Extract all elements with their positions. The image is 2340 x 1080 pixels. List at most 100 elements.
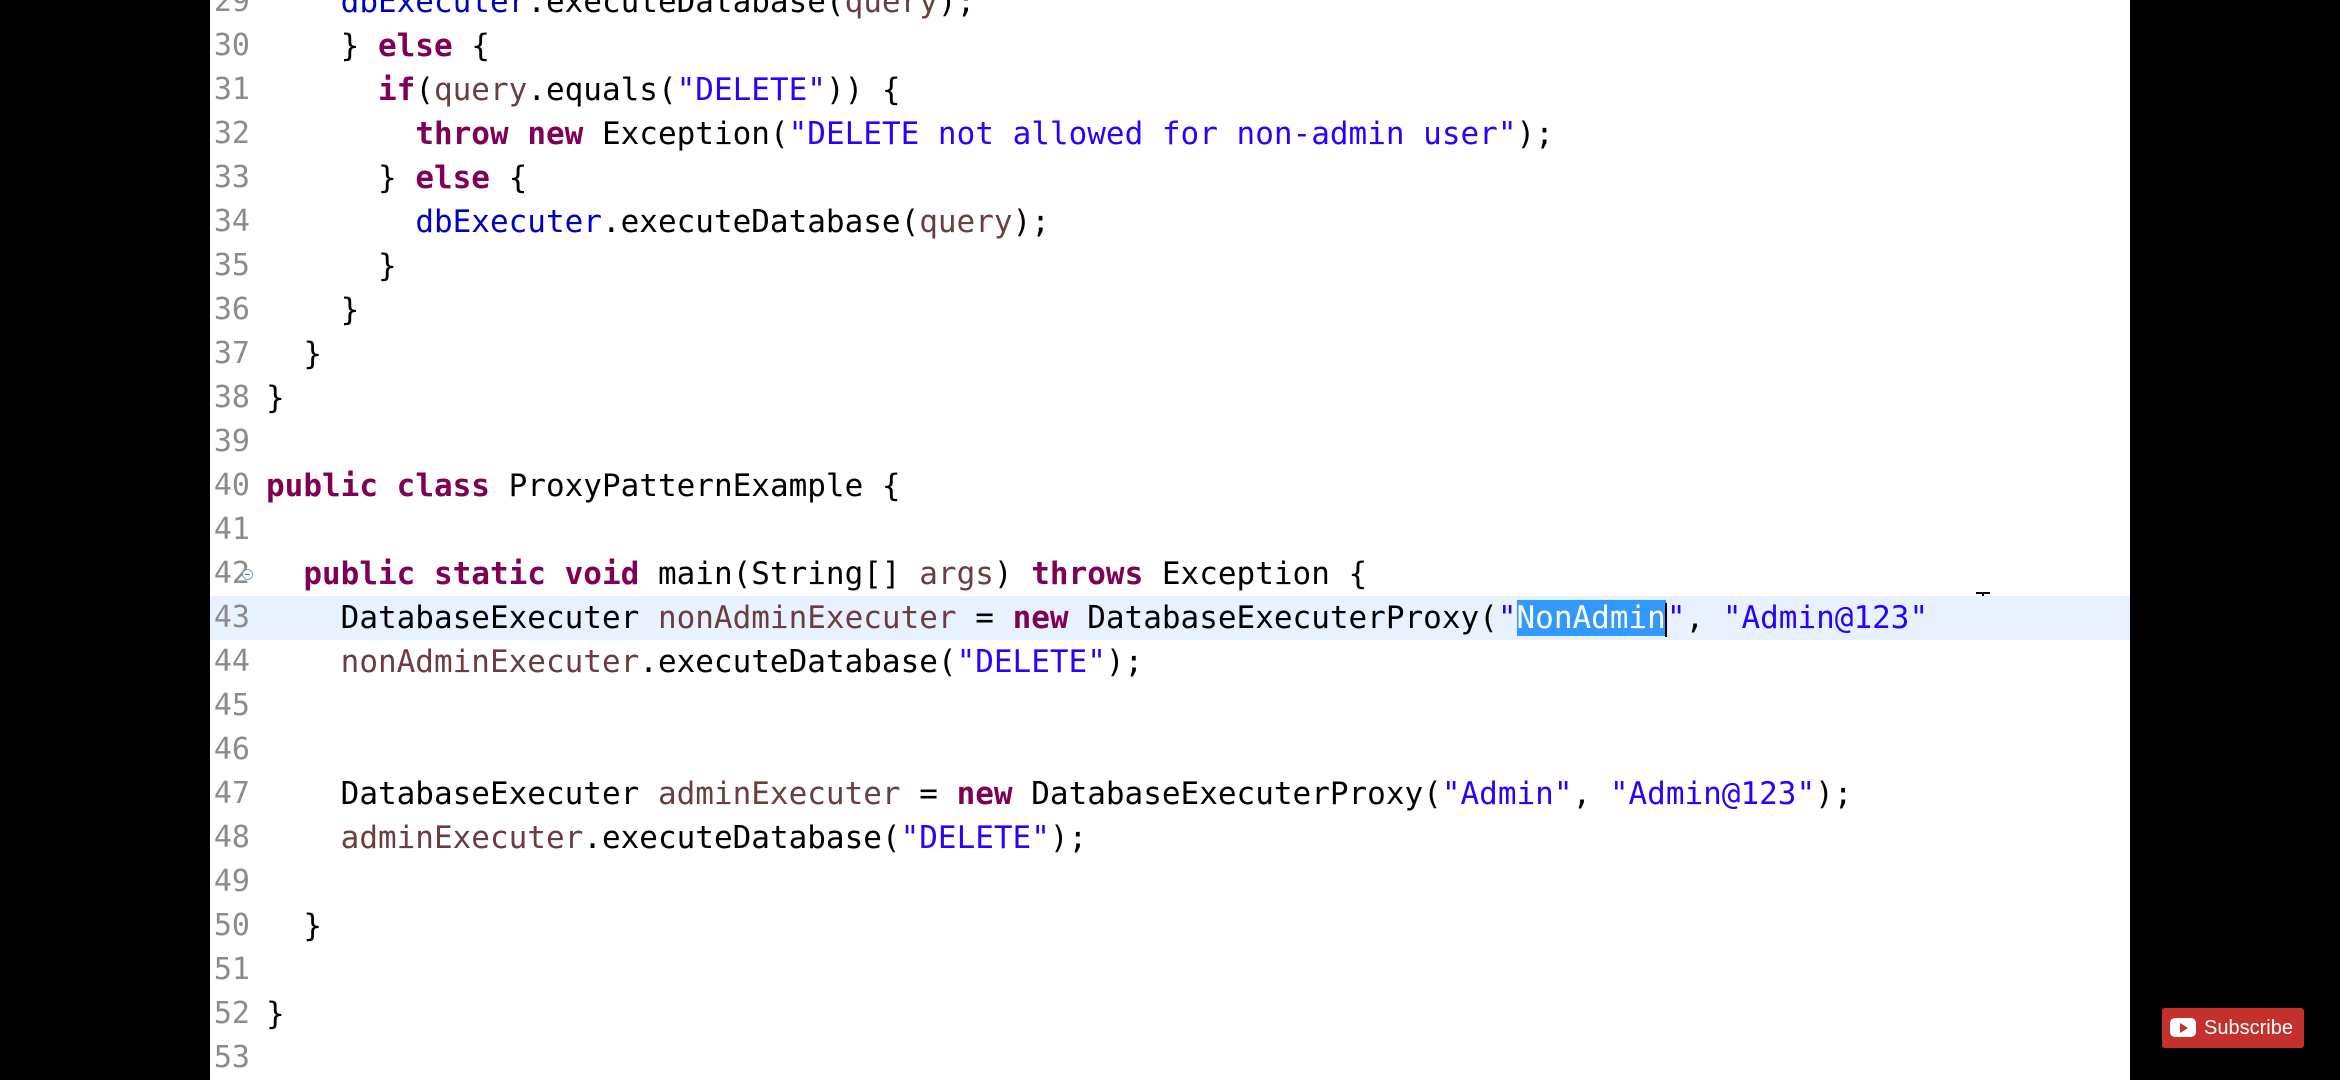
code-text: public static void main(String[] args) t…	[266, 552, 1367, 596]
code-line[interactable]: 37 }	[210, 332, 2130, 376]
code-line[interactable]: 29 dbExecuter.executeDatabase(query);	[210, 0, 2130, 24]
code-line[interactable]: 35 }	[210, 244, 2130, 288]
code-token: if	[377, 72, 416, 108]
line-number-gutter: 37	[210, 332, 250, 376]
code-line[interactable]: 30 } else {	[210, 24, 2130, 68]
line-number: 44	[213, 644, 250, 679]
code-token: );	[937, 0, 976, 20]
line-number-gutter: 31	[210, 68, 250, 112]
code-token: DatabaseExecuterProxy(	[1068, 600, 1498, 636]
code-token: )	[993, 556, 1032, 592]
line-number: 34	[213, 204, 250, 239]
selected-text: NonAdmin	[1516, 600, 1666, 636]
code-token: .executeDatabase(	[583, 820, 901, 856]
code-line[interactable]: 46	[210, 728, 2130, 772]
code-token: =	[900, 776, 957, 812]
line-number-gutter: 47	[210, 772, 250, 816]
code-line[interactable]: 47 DatabaseExecuter adminExecuter = new …	[210, 772, 2130, 816]
code-token: }	[266, 908, 322, 944]
code-line[interactable]: 42 public static void main(String[] args…	[210, 552, 2130, 596]
code-token: }	[266, 28, 378, 64]
subscribe-button[interactable]: Subscribe	[2162, 1008, 2304, 1048]
line-number: 49	[213, 864, 250, 899]
code-line[interactable]: 53	[210, 1036, 2130, 1080]
code-token: public	[303, 556, 416, 592]
code-token: args	[919, 556, 994, 592]
code-token: adminExecuter	[340, 820, 584, 856]
code-token: .executeDatabase(	[601, 204, 920, 240]
line-number: 35	[213, 248, 250, 283]
line-number: 50	[213, 908, 250, 943]
line-number: 30	[213, 28, 250, 63]
code-line[interactable]: 50 }	[210, 904, 2130, 948]
code-line[interactable]: 49	[210, 860, 2130, 904]
code-line[interactable]: 45	[210, 684, 2130, 728]
code-text: throw new Exception("DELETE not allowed …	[266, 112, 1554, 156]
code-line[interactable]: 32 throw new Exception("DELETE not allow…	[210, 112, 2130, 156]
code-text: dbExecuter.executeDatabase(query);	[266, 0, 976, 24]
line-number: 47	[213, 776, 250, 811]
code-token: }	[266, 160, 416, 196]
code-token: );	[1516, 116, 1554, 152]
code-token: DatabaseExecuter	[266, 600, 658, 636]
line-number: 53	[213, 1040, 250, 1075]
line-number: 31	[213, 72, 250, 107]
code-token: Exception(	[583, 116, 789, 152]
code-token: {	[489, 160, 528, 196]
code-token: .equals(	[527, 72, 677, 108]
code-line[interactable]: 51	[210, 948, 2130, 992]
code-line[interactable]: 39	[210, 420, 2130, 464]
code-token: public	[266, 468, 378, 504]
code-token: )) {	[825, 72, 901, 108]
code-line[interactable]: 41	[210, 508, 2130, 552]
code-token: dbExecuter	[340, 0, 528, 20]
code-line[interactable]: 43 DatabaseExecuter nonAdminExecuter = n…	[210, 596, 2130, 640]
code-token: throws	[1031, 556, 1144, 592]
code-editor[interactable]: 29 dbExecuter.executeDatabase(query); 30 …	[210, 0, 2130, 1080]
code-line[interactable]: 31 if(query.equals("DELETE")) {	[210, 68, 2130, 112]
line-number-gutter: 41	[210, 508, 250, 552]
code-token: );	[1105, 644, 1144, 680]
code-line[interactable]: 36 }	[210, 288, 2130, 332]
code-line[interactable]: 33 } else {	[210, 156, 2130, 200]
line-number-gutter: 30	[210, 24, 250, 68]
code-token: );	[1012, 204, 1050, 240]
code-token: ProxyPatternExample {	[489, 468, 901, 504]
code-token: else	[415, 160, 490, 196]
code-line[interactable]: 52}	[210, 992, 2130, 1036]
code-line[interactable]: 48 adminExecuter.executeDatabase("DELETE…	[210, 816, 2130, 860]
line-number: 52	[213, 996, 250, 1031]
line-number-gutter: 36	[210, 288, 250, 332]
fold-collapse-icon[interactable]	[242, 569, 253, 580]
code-token: {	[452, 28, 490, 64]
code-line[interactable]: 34 dbExecuter.executeDatabase(query);	[210, 200, 2130, 244]
code-text: nonAdminExecuter.executeDatabase("DELETE…	[266, 640, 1144, 684]
code-text: }	[266, 244, 397, 288]
code-text: } else {	[266, 156, 527, 200]
code-token: ,	[1572, 776, 1610, 812]
code-line[interactable]: 40 public class ProxyPatternExample {	[210, 464, 2130, 508]
code-line[interactable]: 44 nonAdminExecuter.executeDatabase("DEL…	[210, 640, 2130, 684]
code-line[interactable]: 38}	[210, 376, 2130, 420]
line-number-gutter: 38	[210, 376, 250, 420]
code-token: );	[1049, 820, 1088, 856]
code-token: void	[564, 556, 640, 592]
code-token: throw	[415, 116, 509, 152]
code-token: =	[956, 600, 1013, 636]
code-text: }	[266, 376, 285, 420]
line-number-gutter: 43	[210, 596, 250, 640]
line-number: 45	[213, 688, 250, 723]
line-number: 38	[213, 380, 250, 415]
code-token: static	[433, 556, 546, 592]
code-text: if(query.equals("DELETE")) {	[266, 68, 901, 112]
line-number: 43	[213, 600, 250, 635]
line-number-gutter: 32	[210, 112, 250, 156]
line-number: 41	[213, 512, 250, 547]
code-token: );	[1815, 776, 1853, 812]
line-number: 48	[213, 820, 250, 855]
youtube-play-icon	[2170, 1018, 2196, 1037]
